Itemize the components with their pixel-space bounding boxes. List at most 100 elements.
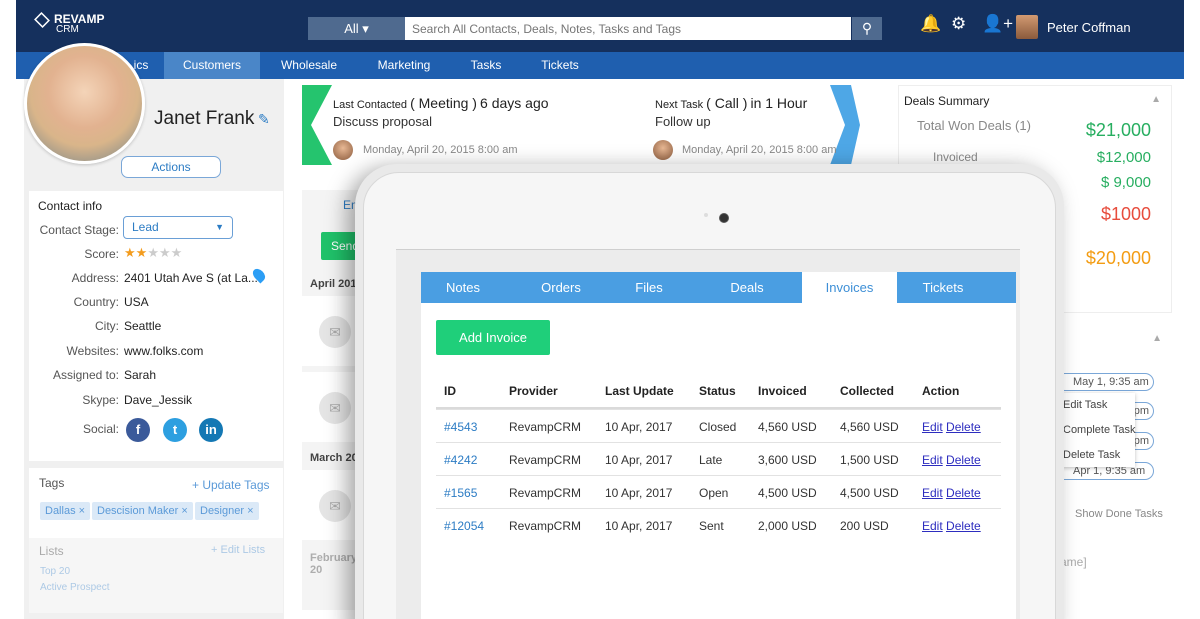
edit-link[interactable]: Edit bbox=[922, 420, 943, 434]
star-icon: ★ bbox=[124, 245, 136, 260]
last-update-cell: 10 Apr, 2017 bbox=[605, 420, 673, 434]
top-header: REVAMP CRM All ▾ ⚲ 🔔 ⚙ 👤+ Peter Coffman bbox=[16, 0, 1184, 52]
invoiced-cell: 2,000 USD bbox=[758, 519, 817, 533]
column-header-action: Action bbox=[922, 384, 960, 398]
tab-deals[interactable]: Deals bbox=[707, 272, 787, 303]
tab-tickets[interactable]: Tickets bbox=[901, 272, 985, 303]
tags-title: Tags bbox=[39, 476, 65, 490]
delete-link[interactable]: Delete bbox=[946, 519, 981, 533]
websites-value[interactable]: www.folks.com bbox=[124, 344, 203, 358]
task-context-menu: Edit Task Complete Task Delete Task bbox=[1060, 393, 1136, 467]
add-invoice-button[interactable]: Add Invoice bbox=[436, 320, 550, 355]
lists-card: Lists + Edit Lists Top 20 Active Prospec… bbox=[29, 538, 283, 613]
linkedin-icon[interactable]: in bbox=[199, 418, 223, 442]
nav-item-marketing[interactable]: Marketing bbox=[364, 52, 444, 79]
contact-avatar bbox=[24, 43, 145, 164]
assigned-to-value: Sarah bbox=[124, 368, 157, 382]
invoiced-label: Invoiced bbox=[933, 150, 978, 164]
collapse-icon[interactable]: ▲ bbox=[1151, 94, 1161, 105]
collapse-icon[interactable]: ▲ bbox=[1152, 333, 1162, 344]
tab-notes[interactable]: Notes bbox=[421, 272, 505, 303]
twitter-icon[interactable]: t bbox=[163, 418, 187, 442]
add-user-icon[interactable]: 👤+ bbox=[982, 14, 1013, 34]
edit-link[interactable]: Edit bbox=[922, 486, 943, 500]
star-icon: ★ bbox=[170, 245, 183, 260]
contact-stage-select[interactable]: Lead ▼ bbox=[123, 216, 233, 239]
column-header-id: ID bbox=[444, 384, 456, 398]
websites-label: Websites: bbox=[66, 344, 119, 358]
nav-item-customers[interactable]: Customers bbox=[164, 52, 260, 79]
list-item[interactable]: Top 20 bbox=[40, 566, 70, 577]
edit-lists-link[interactable]: + Edit Lists bbox=[211, 544, 265, 556]
delete-task-menu-item[interactable]: Delete Task bbox=[1063, 449, 1120, 461]
actions-button[interactable]: Actions bbox=[121, 156, 221, 178]
edit-link[interactable]: Edit bbox=[922, 453, 943, 467]
tab-invoices[interactable]: Invoices bbox=[802, 272, 897, 305]
last-contacted-label: Last Contacted ( Meeting ) 6 days ago bbox=[333, 95, 549, 111]
collected-value: $ 9,000 bbox=[1100, 174, 1151, 191]
social-label: Social: bbox=[82, 422, 119, 436]
invoice-id-link[interactable]: #12054 bbox=[444, 519, 484, 533]
record-tabs: Notes Orders Files Deals Invoices Ticket… bbox=[421, 272, 1016, 305]
main-nav: ics Customers Wholesale Marketing Tasks … bbox=[16, 52, 1184, 79]
assigned-to-label: Assigned to: bbox=[52, 368, 119, 382]
invoice-id-link[interactable]: #4242 bbox=[444, 453, 477, 467]
lost-value: $1000 bbox=[1100, 204, 1151, 224]
invoiced-value: $12,000 bbox=[1096, 149, 1151, 166]
status-cell: Closed bbox=[699, 420, 737, 434]
tag-chip[interactable]: Dallas × bbox=[40, 502, 91, 520]
invoiced-cell: 4,560 USD bbox=[758, 420, 817, 434]
edit-task-menu-item[interactable]: Edit Task bbox=[1063, 399, 1107, 411]
facebook-icon[interactable]: f bbox=[126, 418, 150, 442]
status-cell: Open bbox=[699, 486, 729, 500]
collected-cell: 4,560 USD bbox=[840, 420, 899, 434]
search-scope-dropdown[interactable]: All ▾ bbox=[308, 17, 405, 40]
next-task-date: Monday, April 20, 2015 8:00 am bbox=[682, 144, 837, 156]
search-input[interactable] bbox=[405, 17, 851, 40]
tag-chip[interactable]: Designer × bbox=[195, 502, 259, 520]
prev-arrow-icon[interactable] bbox=[302, 85, 332, 165]
nav-item-tickets[interactable]: Tickets bbox=[534, 52, 586, 79]
invoice-id-link[interactable]: #1565 bbox=[444, 486, 477, 500]
search-icon[interactable]: ⚲ bbox=[852, 17, 882, 40]
tab-files[interactable]: Files bbox=[617, 272, 681, 303]
contact-info-card: Contact info Contact Stage: Lead ▼ Score:… bbox=[29, 191, 283, 461]
pencil-icon[interactable]: ✎ bbox=[258, 111, 270, 128]
tag-chip[interactable]: Descision Maker × bbox=[92, 502, 193, 520]
collected-cell: 4,500 USD bbox=[840, 486, 899, 500]
score-stars[interactable]: ★★★★★ bbox=[124, 245, 182, 261]
country-label: Country: bbox=[73, 295, 119, 309]
nav-item-tasks[interactable]: Tasks bbox=[462, 52, 510, 79]
tab-orders[interactable]: Orders bbox=[517, 272, 605, 303]
delete-link[interactable]: Delete bbox=[946, 453, 981, 467]
name-field-fragment: ame] bbox=[1060, 555, 1087, 569]
table-row: #12054 RevampCRM 10 Apr, 2017 Sent 2,000… bbox=[436, 508, 1001, 541]
bell-icon[interactable]: 🔔 bbox=[920, 14, 941, 34]
column-header-invoiced: Invoiced bbox=[758, 384, 807, 398]
delete-link[interactable]: Delete bbox=[946, 420, 981, 434]
user-name[interactable]: Peter Coffman bbox=[1047, 20, 1131, 35]
contact-avatar-small bbox=[333, 140, 353, 160]
star-icon: ★ bbox=[147, 245, 159, 260]
list-item[interactable]: Active Prospect bbox=[40, 582, 109, 593]
delete-link[interactable]: Delete bbox=[946, 486, 981, 500]
column-header-provider: Provider bbox=[509, 384, 558, 398]
complete-task-menu-item[interactable]: Complete Task bbox=[1063, 424, 1136, 436]
row-actions: Edit Delete bbox=[922, 420, 981, 434]
contact-info-title: Contact info bbox=[38, 199, 103, 213]
camera-icon bbox=[719, 213, 729, 223]
last-contacted-subject: Discuss proposal bbox=[333, 114, 432, 129]
show-done-tasks-toggle[interactable]: Show Done Tasks bbox=[1075, 508, 1163, 520]
contact-name: Janet Frank bbox=[154, 108, 255, 129]
user-avatar[interactable] bbox=[1016, 15, 1038, 39]
provider-cell: RevampCRM bbox=[509, 519, 582, 533]
gear-icon[interactable]: ⚙ bbox=[951, 14, 966, 34]
task-chip[interactable]: May 1, 9:35 am bbox=[1056, 373, 1154, 391]
nav-item-wholesale[interactable]: Wholesale bbox=[270, 52, 348, 79]
update-tags-link[interactable]: + Update Tags bbox=[192, 478, 270, 492]
edit-link[interactable]: Edit bbox=[922, 519, 943, 533]
invoiced-cell: 4,500 USD bbox=[758, 486, 817, 500]
invoice-id-link[interactable]: #4543 bbox=[444, 420, 477, 434]
revamp-logo[interactable]: REVAMP CRM bbox=[34, 12, 104, 35]
star-icon: ★ bbox=[135, 245, 148, 260]
